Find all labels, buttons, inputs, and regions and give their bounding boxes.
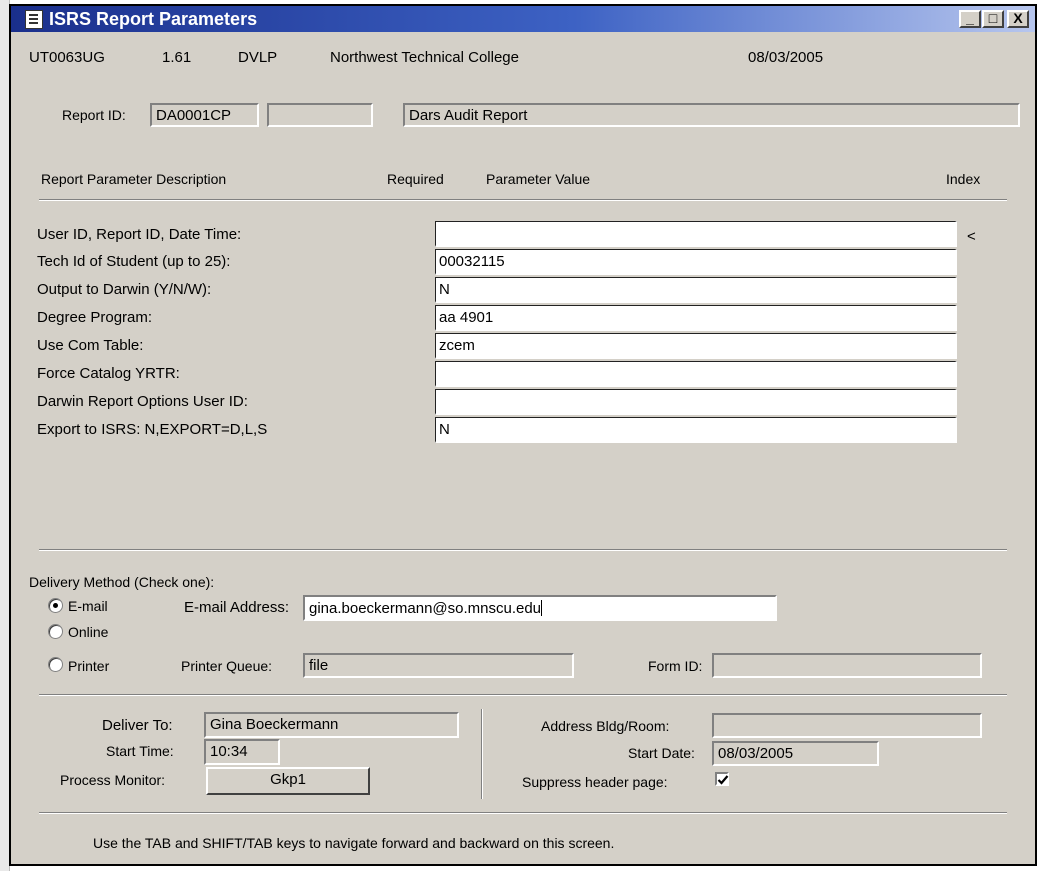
param-value-field[interactable]: N [435,277,957,303]
form-id-field[interactable] [712,653,982,678]
report-name-field[interactable]: Dars Audit Report [403,103,1020,127]
column-parameter-value: Parameter Value [486,171,591,187]
start-time-field[interactable]: 10:34 [204,739,280,765]
param-label: User ID, Report ID, Date Time: [37,226,242,243]
report-id-extra-field[interactable] [267,103,373,127]
param-label: Use Com Table: [37,337,144,354]
param-label: Force Catalog YRTR: [37,365,180,382]
column-index: Index [946,171,981,187]
separator [39,199,1007,201]
form-id-label: Form ID: [648,658,703,674]
title-bar[interactable]: ISRS Report Parameters _ □ X [11,6,1035,32]
radio-printer[interactable] [48,657,63,672]
column-required: Required [387,171,444,187]
param-value-field[interactable] [435,221,957,247]
email-address-label: E-mail Address: [184,599,290,616]
process-monitor-button[interactable]: Gkp1 [206,767,370,795]
vertical-divider [481,709,483,799]
radio-email-label[interactable]: E-mail [68,598,108,614]
radio-online-label[interactable]: Online [68,624,108,640]
suppress-header-label: Suppress header page: [522,774,668,790]
navigation-hint: Use the TAB and SHIFT/TAB keys to naviga… [93,835,615,851]
delivery-method-heading: Delivery Method (Check one): [29,574,215,590]
param-value-field[interactable] [435,389,957,415]
report-parameters-window: ISRS Report Parameters _ □ X UT0063UG 1.… [9,4,1037,866]
suppress-header-checkbox[interactable] [715,772,729,786]
column-description: Report Parameter Description [41,171,227,187]
header-date: 08/03/2005 [748,49,824,66]
start-time-label: Start Time: [106,743,174,759]
program-code: UT0063UG [29,49,105,66]
param-label: Darwin Report Options User ID: [37,393,248,410]
text-cursor [541,600,543,616]
email-address-value: gina.boeckermann@so.mnscu.edu [309,600,542,617]
param-label: Tech Id of Student (up to 25): [37,253,231,270]
printer-queue-field[interactable]: file [303,653,574,678]
param-value-field[interactable]: N [435,417,957,443]
environment: DVLP [238,49,278,66]
report-id-field[interactable]: DA0001CP [150,103,259,127]
start-date-field[interactable]: 08/03/2005 [712,741,879,766]
param-value-field[interactable]: zcem [435,333,957,359]
minimize-button[interactable]: _ [959,10,981,28]
close-button[interactable]: X [1007,10,1029,28]
email-address-field[interactable]: gina.boeckermann@so.mnscu.edu [303,595,777,621]
window-app-icon[interactable] [25,10,43,29]
index-marker: < [967,228,976,245]
program-version: 1.61 [162,49,192,66]
address-field[interactable] [712,713,982,738]
param-label: Export to ISRS: N,EXPORT=D,L,S [37,421,268,438]
report-id-label: Report ID: [62,107,126,123]
param-label: Degree Program: [37,309,153,326]
param-value-field[interactable] [435,361,957,387]
param-value-field[interactable]: 00032115 [435,249,957,275]
param-value-field[interactable]: aa 4901 [435,305,957,331]
checkmark-icon [717,775,729,785]
radio-printer-label[interactable]: Printer [68,658,109,674]
param-label: Output to Darwin (Y/N/W): [37,281,212,298]
window-title: ISRS Report Parameters [49,9,258,29]
separator [39,549,1007,551]
maximize-button[interactable]: □ [982,10,1004,28]
separator [39,812,1007,814]
address-label: Address Bldg/Room: [541,718,670,734]
radio-online[interactable] [48,624,63,639]
deliver-to-label: Deliver To: [102,717,173,734]
process-monitor-label: Process Monitor: [60,772,166,788]
college-name: Northwest Technical College [330,49,519,66]
radio-email[interactable] [48,598,63,613]
separator [39,694,1007,696]
deliver-to-field[interactable]: Gina Boeckermann [204,712,459,738]
printer-queue-label: Printer Queue: [181,658,273,674]
start-date-label: Start Date: [628,745,695,761]
